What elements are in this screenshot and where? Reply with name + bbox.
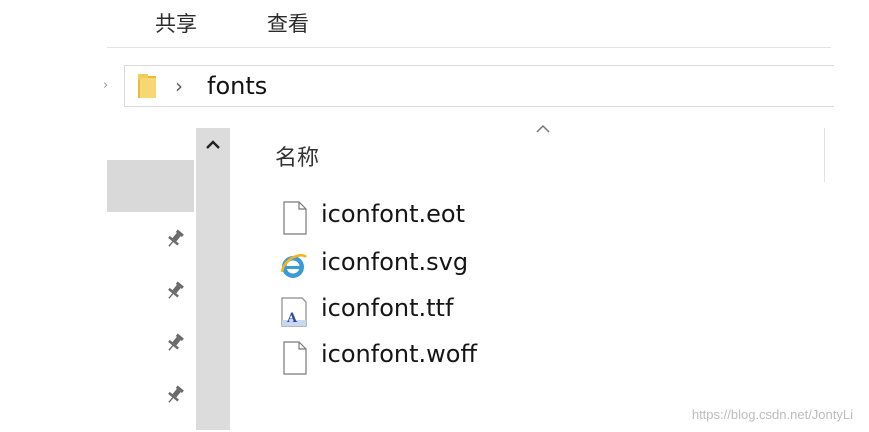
address-bar[interactable]: › fonts <box>124 65 834 107</box>
tab-share[interactable]: 共享 <box>155 8 197 38</box>
font-file-icon: A <box>281 297 307 327</box>
pin-icon[interactable] <box>164 280 186 302</box>
file-name: iconfont.eot <box>321 200 465 228</box>
file-name: iconfont.svg <box>321 248 469 276</box>
pin-icon[interactable] <box>164 332 186 354</box>
breadcrumb-fonts[interactable]: fonts <box>207 72 267 100</box>
list-item[interactable]: iconfont.woff <box>278 338 578 378</box>
blank-file-icon <box>283 201 307 235</box>
column-header-name[interactable]: 名称 <box>275 140 319 172</box>
sort-indicator-icon <box>535 118 551 139</box>
file-name: iconfont.woff <box>321 340 477 368</box>
chevron-up-icon <box>206 140 220 149</box>
breadcrumb-chevron-icon[interactable]: › <box>175 74 183 98</box>
pin-icon[interactable] <box>164 228 186 250</box>
history-chevron-icon[interactable]: › <box>103 78 108 93</box>
blank-file-icon <box>283 341 307 375</box>
list-item[interactable]: iconfont.eot <box>278 198 578 238</box>
folder-icon <box>138 74 156 98</box>
scroll-up-button[interactable] <box>196 128 230 162</box>
column-divider[interactable] <box>824 128 825 182</box>
list-item[interactable]: iconfont.svg <box>278 246 578 286</box>
tab-view[interactable]: 查看 <box>267 8 309 38</box>
list-item[interactable]: A iconfont.ttf <box>278 292 578 332</box>
ribbon-divider <box>107 47 831 48</box>
watermark: https://blog.csdn.net/JontyLi <box>691 407 853 422</box>
pin-icon[interactable] <box>164 384 186 406</box>
nav-selected-item[interactable] <box>107 160 194 212</box>
nav-scrollbar[interactable] <box>196 128 230 430</box>
svg-text:A: A <box>286 311 298 326</box>
file-name: iconfont.ttf <box>321 294 454 322</box>
ie-browser-icon <box>280 253 308 278</box>
